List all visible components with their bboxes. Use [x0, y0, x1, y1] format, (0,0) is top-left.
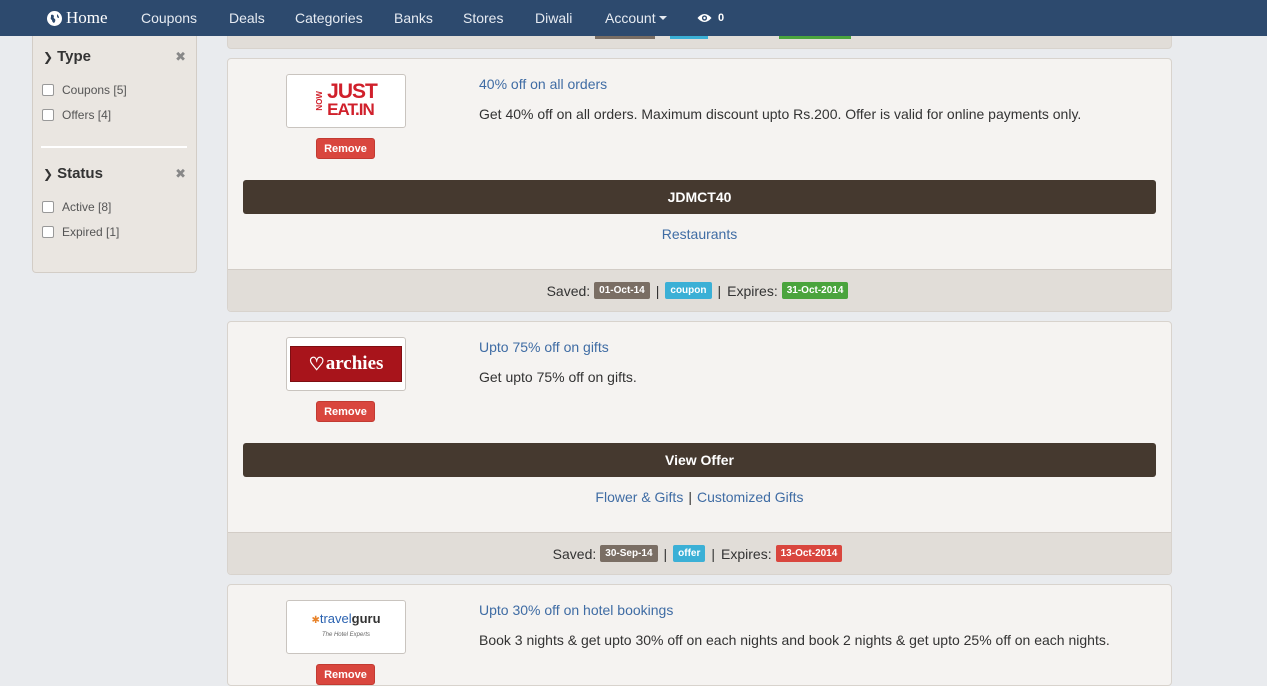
- saved-date-badge: 01-Oct-14: [594, 282, 650, 299]
- checkbox[interactable]: [42, 226, 54, 238]
- justeat-logo: NOW JUST EAT.IN: [315, 80, 378, 119]
- logo-tagline: The Hotel Experts: [321, 632, 370, 638]
- type-badge: coupon: [665, 282, 712, 299]
- nav-coupons[interactable]: Coupons: [141, 0, 197, 36]
- category-link[interactable]: Flower & Gifts: [595, 489, 683, 505]
- caret-down-icon: [658, 16, 667, 20]
- saved-label: Saved:: [546, 282, 591, 299]
- type-filter-header[interactable]: ❯ Type ✖: [43, 48, 186, 65]
- expires-label: Expires:: [721, 545, 772, 562]
- status-filter-header[interactable]: ❯ Status ✖: [43, 165, 186, 182]
- view-count: 0: [718, 12, 725, 24]
- card-footer: Saved: 30-Sep-14 | offer | Expires: 13-O…: [228, 532, 1171, 574]
- separator: |: [711, 545, 716, 562]
- nav-deals[interactable]: Deals: [229, 0, 265, 36]
- travelguru-logo: ✱travelguru The Hotel Experts: [311, 612, 380, 642]
- logo-wordmark: ✱travelguru: [311, 612, 380, 628]
- category-link[interactable]: Customized Gifts: [697, 489, 804, 505]
- type-badge: offer: [673, 545, 706, 562]
- top-navbar: Home Coupons Deals Categories Banks Stor…: [0, 0, 1267, 36]
- logo-star-icon: ✱: [311, 615, 320, 626]
- filter-option-expired[interactable]: Expired [1]: [42, 225, 119, 239]
- saved-label: Saved:: [552, 545, 597, 562]
- store-logo-travelguru[interactable]: ✱travelguru The Hotel Experts: [286, 600, 406, 654]
- offer-description: Book 3 nights & get upto 30% off on each…: [479, 632, 1110, 648]
- filter-option-label: Active [8]: [62, 200, 112, 214]
- checkbox[interactable]: [42, 109, 54, 121]
- expires-date-badge: 31-Oct-2014: [781, 282, 849, 299]
- home-label: Home: [66, 8, 108, 27]
- clear-type-filter-icon[interactable]: ✖: [175, 49, 186, 65]
- separator: |: [717, 282, 722, 299]
- home-link[interactable]: Home: [47, 0, 108, 36]
- logo-side-text: NOW: [315, 91, 325, 111]
- remove-button[interactable]: Remove: [316, 401, 375, 422]
- archies-logo: ♡ archies: [290, 346, 402, 382]
- filter-option-offers[interactable]: Offers [4]: [42, 108, 111, 122]
- nav-diwali[interactable]: Diwali: [535, 0, 572, 36]
- nav-banks[interactable]: Banks: [394, 0, 433, 36]
- status-filter-title: Status: [57, 165, 103, 182]
- clear-status-filter-icon[interactable]: ✖: [175, 166, 186, 182]
- offer-card: NOW JUST EAT.IN Remove 40% off on all or…: [227, 58, 1172, 312]
- remove-button[interactable]: Remove: [316, 664, 375, 685]
- offer-title-link[interactable]: Upto 75% off on gifts: [479, 339, 609, 355]
- offer-title-link[interactable]: 40% off on all orders: [479, 76, 607, 92]
- coupon-code-button[interactable]: JDMCT40: [243, 180, 1156, 214]
- account-label: Account: [605, 10, 656, 26]
- filter-option-label: Expired [1]: [62, 225, 120, 239]
- eye-icon: [697, 10, 712, 26]
- logo-word2: guru: [351, 611, 381, 626]
- logo-wordmark: JUST EAT.IN: [327, 80, 378, 119]
- separator: |: [663, 545, 668, 562]
- heart-icon: ♡: [308, 353, 325, 374]
- offer-description: Get upto 75% off on gifts.: [479, 369, 637, 385]
- chevron-down-icon: ❯: [43, 166, 54, 181]
- card-footer: Saved: 01-Oct-14 | coupon | Expires: 31-…: [228, 269, 1171, 311]
- offer-title-link[interactable]: Upto 30% off on hotel bookings: [479, 602, 673, 618]
- chevron-down-icon: ❯: [43, 49, 54, 64]
- separator: |: [688, 489, 692, 505]
- offer-description: Get 40% off on all orders. Maximum disco…: [479, 106, 1082, 122]
- filter-sidebar: ❯ Type ✖ Coupons [5] Offers [4] ❯ Status…: [32, 36, 197, 273]
- saved-date-badge: 30-Sep-14: [600, 545, 658, 562]
- separator: |: [655, 282, 660, 299]
- view-offer-button[interactable]: View Offer: [243, 443, 1156, 477]
- nav-stores[interactable]: Stores: [463, 0, 503, 36]
- nav-account-dropdown[interactable]: Account: [605, 0, 667, 36]
- filter-option-label: Offers [4]: [62, 108, 112, 122]
- checkbox[interactable]: [42, 201, 54, 213]
- filter-option-label: Coupons [5]: [62, 83, 127, 97]
- views-counter[interactable]: 0: [697, 0, 724, 36]
- globe-icon: [47, 10, 62, 26]
- category-links: Flower & Gifts | Customized Gifts: [228, 489, 1171, 505]
- expires-label: Expires:: [727, 282, 778, 299]
- store-logo-justeat[interactable]: NOW JUST EAT.IN: [286, 74, 406, 128]
- type-filter-title: Type: [57, 48, 91, 65]
- category-links: Restaurants: [228, 226, 1171, 242]
- filter-option-coupons[interactable]: Coupons [5]: [42, 83, 127, 97]
- offer-card: ♡ archies Remove Upto 75% off on gifts G…: [227, 321, 1172, 575]
- logo-wordmark: archies: [325, 353, 384, 374]
- expires-date-badge: 13-Oct-2014: [775, 545, 843, 562]
- store-logo-archies[interactable]: ♡ archies: [286, 337, 406, 391]
- logo-line2: EAT.IN: [327, 100, 375, 119]
- nav-categories[interactable]: Categories: [295, 0, 363, 36]
- category-link[interactable]: Restaurants: [662, 226, 737, 242]
- checkbox[interactable]: [42, 84, 54, 96]
- logo-word1: travel: [319, 611, 352, 626]
- logo-line1: JUST: [327, 80, 378, 103]
- filter-option-active[interactable]: Active [8]: [42, 200, 111, 214]
- divider: [41, 146, 187, 148]
- remove-button[interactable]: Remove: [316, 138, 375, 159]
